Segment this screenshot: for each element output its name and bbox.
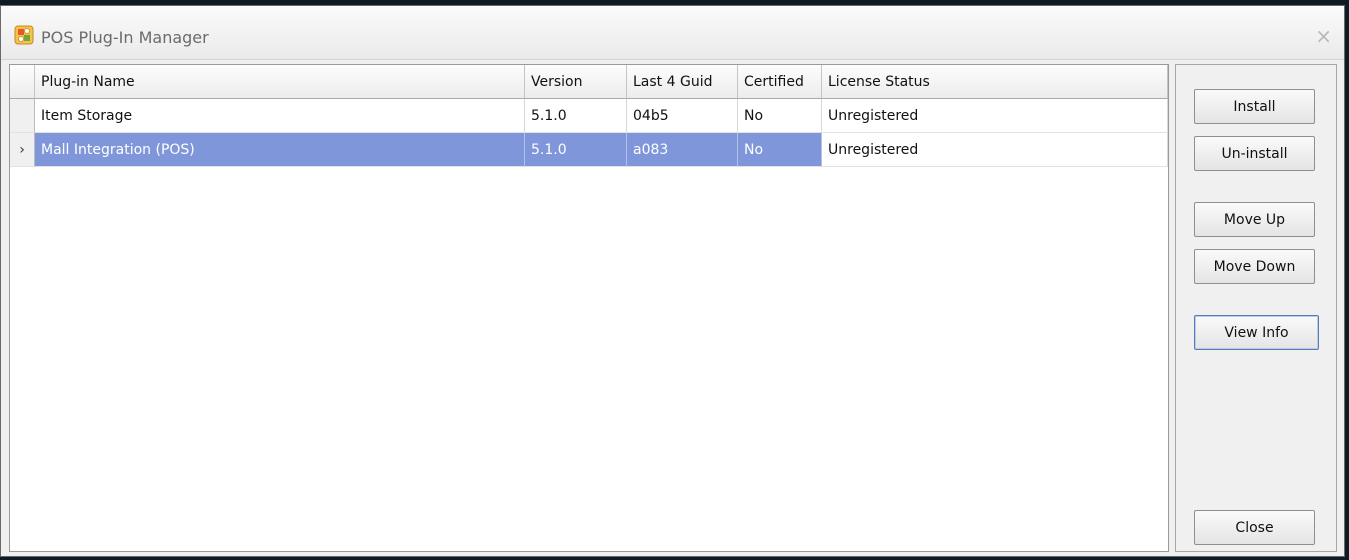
view-info-button[interactable]: View Info <box>1194 315 1319 350</box>
button-panel: Install Un-install Move Up Move Down Vie… <box>1175 64 1337 552</box>
column-header-plugin-name[interactable]: Plug-in Name <box>35 65 525 99</box>
cell-last4guid: a083 <box>627 133 738 167</box>
header-indicator-cell[interactable] <box>10 65 35 99</box>
chevron-right-icon: › <box>19 141 25 158</box>
move-up-button[interactable]: Move Up <box>1194 202 1315 237</box>
plugin-manager-window: POS Plug-In Manager × Plug-in Name Versi… <box>0 5 1345 557</box>
table-row[interactable]: Item Storage 5.1.0 04b5 No Unregistered <box>10 99 1168 133</box>
cell-last4guid: 04b5 <box>627 99 738 133</box>
table-row-selected[interactable]: › Mall Integration (POS) 5.1.0 a083 No U… <box>10 133 1168 167</box>
close-button[interactable]: Close <box>1194 510 1315 545</box>
plugin-grid[interactable]: Plug-in Name Version Last 4 Guid Certifi… <box>9 64 1169 552</box>
cell-license-status: Unregistered <box>822 133 1168 167</box>
cell-plugin-name: Mall Integration (POS) <box>35 133 525 167</box>
plugin-app-icon <box>14 25 34 45</box>
cell-version: 5.1.0 <box>525 133 627 167</box>
close-icon[interactable]: × <box>1315 24 1332 48</box>
cell-version: 5.1.0 <box>525 99 627 133</box>
cell-certified: No <box>738 133 822 167</box>
row-indicator-cell[interactable] <box>10 99 35 133</box>
grid-header-row: Plug-in Name Version Last 4 Guid Certifi… <box>10 65 1168 99</box>
content-area: Plug-in Name Version Last 4 Guid Certifi… <box>9 64 1337 552</box>
column-header-certified[interactable]: Certified <box>738 65 822 99</box>
column-header-version[interactable]: Version <box>525 65 627 99</box>
column-header-last4guid[interactable]: Last 4 Guid <box>627 65 738 99</box>
cell-license-status: Unregistered <box>822 99 1168 133</box>
cell-plugin-name: Item Storage <box>35 99 525 133</box>
uninstall-button[interactable]: Un-install <box>1194 136 1315 171</box>
window-title: POS Plug-In Manager <box>41 28 209 47</box>
install-button[interactable]: Install <box>1194 89 1315 124</box>
title-bar[interactable]: POS Plug-In Manager × <box>1 6 1344 60</box>
move-down-button[interactable]: Move Down <box>1194 249 1315 284</box>
row-indicator-cell[interactable]: › <box>10 133 35 167</box>
column-header-license-status[interactable]: License Status <box>822 65 1168 99</box>
cell-certified: No <box>738 99 822 133</box>
